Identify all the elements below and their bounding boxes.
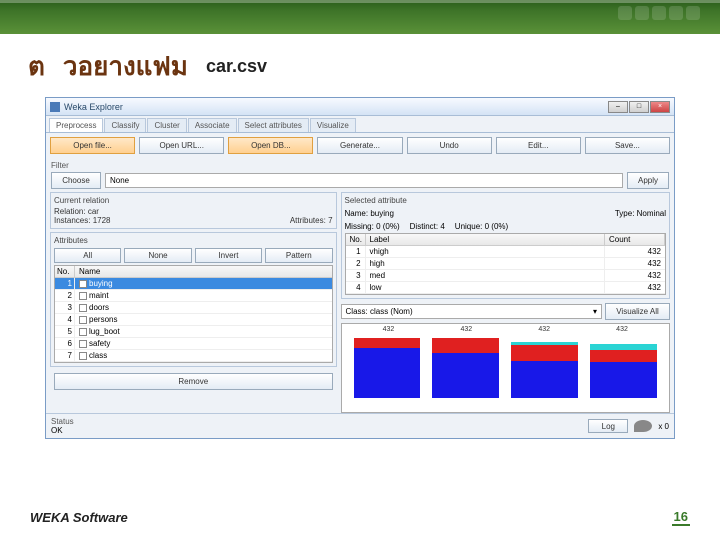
status-bar: Status OK Log x 0: [46, 413, 674, 438]
class-selector[interactable]: Class: class (Nom)▾: [341, 304, 602, 319]
app-icon: [50, 102, 60, 112]
open-db-button[interactable]: Open DB...: [228, 137, 313, 154]
chevron-down-icon: ▾: [593, 307, 597, 316]
open-url-button[interactable]: Open URL...: [139, 137, 224, 154]
edit-button[interactable]: Edit...: [496, 137, 581, 154]
attributes-table: No. Name 1buying2maint3doors4persons5lug…: [54, 265, 333, 363]
current-relation-panel: Current relation Relation: car Instances…: [50, 192, 337, 229]
filter-label: Filter: [51, 161, 669, 170]
close-button[interactable]: ×: [650, 101, 670, 113]
histogram-bar: [432, 338, 499, 398]
window-title: Weka Explorer: [64, 102, 608, 112]
minimize-button[interactable]: –: [608, 101, 628, 113]
tab-visualize[interactable]: Visualize: [310, 118, 356, 132]
histogram-chart: 432432432432: [341, 323, 670, 413]
attribute-row[interactable]: 3doors: [55, 302, 332, 314]
histogram-bar: [354, 338, 421, 398]
attributes-panel: Attributes All None Invert Pattern No. N…: [50, 232, 337, 367]
histogram-bar: [511, 338, 578, 398]
log-button[interactable]: Log: [588, 419, 628, 433]
task-count: x 0: [658, 422, 669, 431]
weka-explorer-window: Weka Explorer – □ × Preprocess Classify …: [45, 97, 675, 439]
footer-software: WEKA Software: [30, 510, 128, 525]
title-thai-text: วอยางแฟม: [63, 46, 188, 87]
filter-apply-button[interactable]: Apply: [627, 172, 669, 189]
tab-preprocess[interactable]: Preprocess: [49, 118, 103, 132]
value-row: 2high432: [346, 258, 665, 270]
attribute-row[interactable]: 6safety: [55, 338, 332, 350]
tab-classify[interactable]: Classify: [104, 118, 146, 132]
attr-invert-button[interactable]: Invert: [195, 248, 262, 263]
selected-attribute-panel: Selected attribute Name: buying Type: No…: [341, 192, 670, 299]
values-table: No. Label Count 1vhigh4322high4323med432…: [345, 233, 666, 295]
slide-top-border: [0, 0, 720, 34]
slide-title: ต วอยางแฟม car.csv: [28, 46, 692, 87]
value-row: 4low432: [346, 282, 665, 294]
tab-cluster[interactable]: Cluster: [147, 118, 186, 132]
file-toolbar: Open file... Open URL... Open DB... Gene…: [46, 133, 674, 158]
visualize-all-button[interactable]: Visualize All: [605, 303, 670, 320]
undo-button[interactable]: Undo: [407, 137, 492, 154]
attribute-row[interactable]: 2maint: [55, 290, 332, 302]
attr-none-button[interactable]: None: [124, 248, 191, 263]
histogram-bar: [590, 338, 657, 398]
filter-text[interactable]: None: [105, 173, 623, 188]
remove-button[interactable]: Remove: [54, 373, 333, 390]
tab-associate[interactable]: Associate: [188, 118, 237, 132]
page-number: 16: [672, 509, 690, 526]
attribute-row[interactable]: 4persons: [55, 314, 332, 326]
window-titlebar[interactable]: Weka Explorer – □ ×: [46, 98, 674, 116]
attribute-row[interactable]: 7class: [55, 350, 332, 362]
open-file-button[interactable]: Open file...: [50, 137, 135, 154]
maximize-button[interactable]: □: [629, 101, 649, 113]
attr-pattern-button[interactable]: Pattern: [265, 248, 332, 263]
title-filename: car.csv: [206, 56, 267, 77]
filter-choose-button[interactable]: Choose: [51, 172, 101, 189]
title-prefix: ต: [28, 46, 45, 87]
generate-button[interactable]: Generate...: [317, 137, 402, 154]
save-button[interactable]: Save...: [585, 137, 670, 154]
value-row: 1vhigh432: [346, 246, 665, 258]
value-row: 3med432: [346, 270, 665, 282]
attribute-row[interactable]: 5lug_boot: [55, 326, 332, 338]
tab-select-attributes[interactable]: Select attributes: [238, 118, 309, 132]
tabs-row: Preprocess Classify Cluster Associate Se…: [46, 116, 674, 133]
attr-all-button[interactable]: All: [54, 248, 121, 263]
weka-bird-icon: [634, 420, 652, 432]
attribute-row[interactable]: 1buying: [55, 278, 332, 290]
